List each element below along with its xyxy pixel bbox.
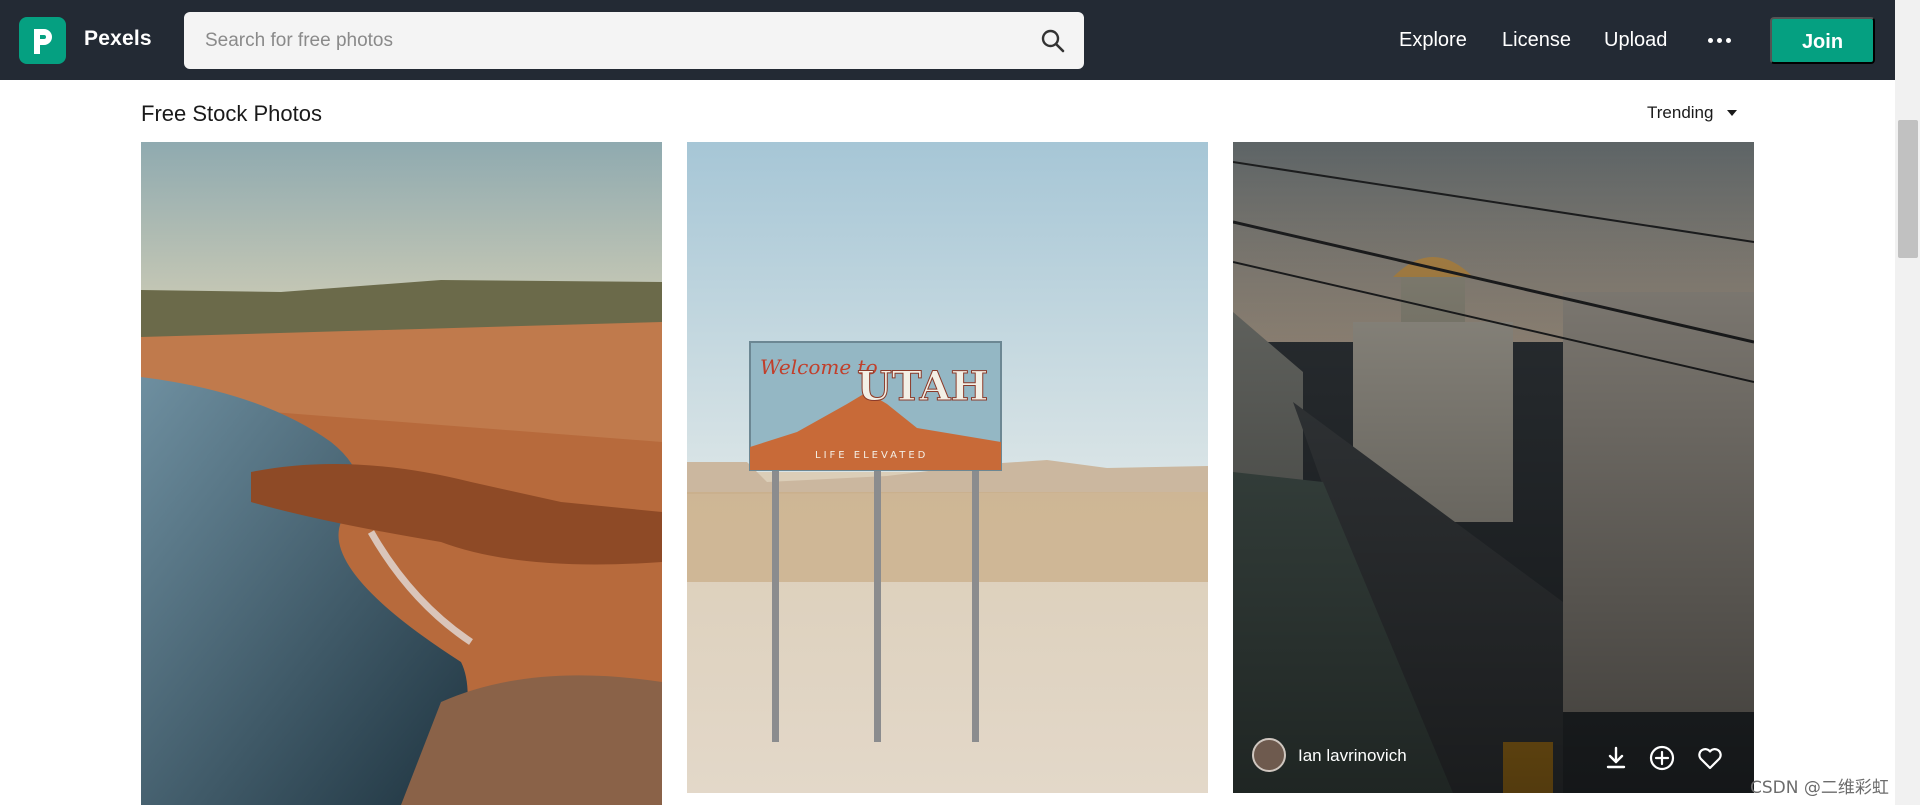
search-input[interactable] [184, 12, 1024, 69]
photo-card-coast[interactable] [141, 142, 662, 805]
photo-card-utah[interactable]: Welcome to UTAH LIFE ELEVATED [687, 142, 1208, 793]
scrollbar-thumb[interactable] [1898, 120, 1918, 258]
join-button[interactable]: Join [1770, 17, 1875, 64]
coastal-rock-photo [141, 142, 662, 805]
utah-billboard-photo: Welcome to UTAH LIFE ELEVATED [687, 142, 1208, 793]
nav-explore-link[interactable]: Explore [1399, 29, 1467, 52]
top-navigation-bar: Pexels Explore License Upload Join [0, 0, 1895, 80]
caret-down-icon[interactable] [1727, 110, 1737, 116]
nav-upload-link[interactable]: Upload [1604, 29, 1667, 52]
watermark: CSDN @二维彩虹 [1750, 778, 1889, 798]
search-icon[interactable] [1040, 28, 1066, 54]
pexels-logo-icon[interactable] [19, 17, 66, 64]
plus-circle-icon[interactable] [1648, 744, 1676, 772]
heart-icon[interactable] [1696, 744, 1724, 772]
city-street-photo [1233, 142, 1754, 793]
more-dots-icon[interactable] [1706, 29, 1736, 51]
nav-license-link[interactable]: License [1502, 29, 1571, 52]
section-title: Free Stock Photos [141, 101, 322, 126]
billboard-title: UTAH [857, 363, 988, 410]
brand-name[interactable]: Pexels [84, 27, 152, 51]
photo-card-city[interactable] [1233, 142, 1754, 793]
download-icon[interactable] [1602, 744, 1630, 772]
author-name[interactable]: Ian lavrinovich [1298, 746, 1407, 766]
search-bar[interactable] [184, 12, 1084, 69]
billboard-tagline: LIFE ELEVATED [815, 450, 928, 461]
avatar[interactable] [1252, 738, 1286, 772]
sort-dropdown[interactable]: Trending [1647, 103, 1713, 123]
